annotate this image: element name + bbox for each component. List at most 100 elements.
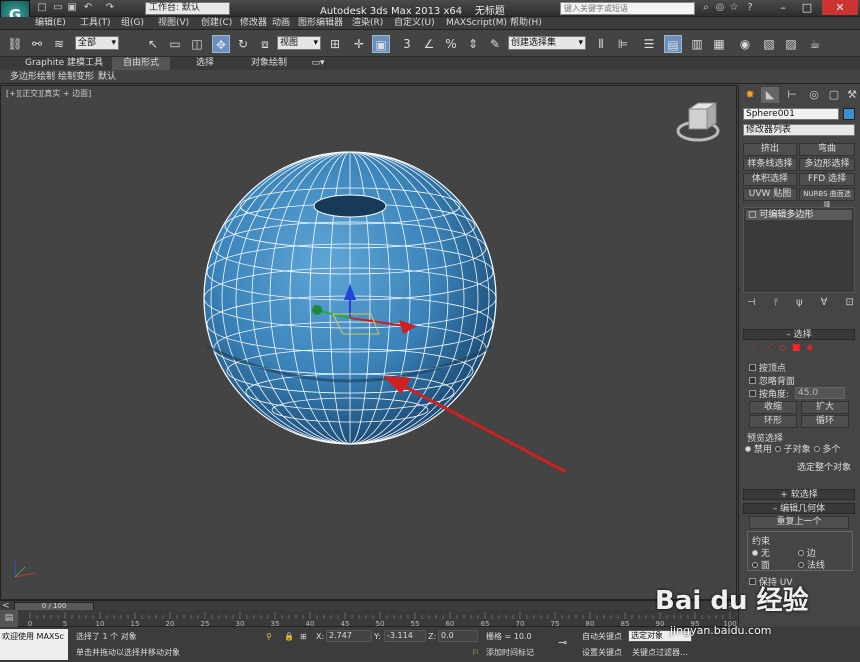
key-filters-button[interactable]: 关键点过滤器... [632,647,688,658]
defaults-panel[interactable]: 默认 [98,70,116,84]
by-angle-checkbox[interactable]: 按角度: [749,387,789,400]
new-file-icon[interactable]: □ [36,2,48,14]
key-icon[interactable]: ⊸ [558,637,567,648]
mirror-icon[interactable]: ⫴ [592,35,610,53]
menu-tools[interactable]: 工具(T) [80,17,111,30]
maximize-button[interactable]: □ [796,0,818,15]
curve-editor-icon[interactable]: ▥ [688,35,706,53]
mod-nurbs-select-button[interactable]: NURBS 曲面选择 [799,188,855,209]
align-icon[interactable]: ⊫ [614,35,632,53]
tab-freeform[interactable]: 自由形式 [112,57,170,70]
save-icon[interactable]: ▣ [66,2,78,14]
binoculars-icon[interactable]: ◎ [714,2,726,14]
track-bar[interactable]: ▤ 0 5 10 15 20 25 30 35 40 45 50 55 60 65 70 75 80 85 90 95… [0,610,737,627]
keyboard-shortcut-icon[interactable]: ▣ [372,35,390,53]
mini-curve-editor-icon[interactable]: ▤ [0,610,18,627]
constraint-face-radio[interactable]: 面 [752,558,770,571]
poly-draw-panel[interactable]: 多边形绘制 [10,70,55,84]
open-file-icon[interactable]: ▭ [52,2,64,14]
viewport-front[interactable]: [+][正交][真实 + 边面] [0,85,737,600]
tab-display-icon[interactable]: ▢ [825,87,843,103]
object-color-swatch[interactable] [843,108,855,120]
ribbon-options-icon[interactable]: ▭▾ [308,57,328,70]
mod-vol-select-button[interactable]: 体积选择 [743,173,797,186]
angle-snap-icon[interactable]: ∠ [420,35,438,53]
star-icon[interactable]: ☆ [728,2,740,14]
modifier-stack[interactable]: ▢ 可编辑多边形 [743,207,855,293]
select-rotate-icon[interactable]: ↻ [234,35,252,53]
menu-view[interactable]: 视图(V) [158,17,189,30]
z-coordinate-field[interactable]: 0.0 [438,630,478,642]
menu-edit[interactable]: 编辑(E) [35,17,66,30]
menu-rendering[interactable]: 渲染(R) [352,17,383,30]
absolute-mode-icon[interactable]: ⊞ [300,631,307,642]
ring-button[interactable]: 环形 [749,415,797,428]
mod-uvw-map-button[interactable]: UVW 贴图 [743,188,797,201]
mod-spline-select-button[interactable]: 样条线选择 [743,158,797,171]
render-production-icon[interactable]: ☕ [806,35,824,53]
tab-object-paint[interactable]: 对象绘制 [240,57,298,70]
mod-extrude-button[interactable]: 挤出 [743,143,797,156]
reference-coord-dropdown[interactable]: 视图 [277,36,321,50]
menu-graph-editors[interactable]: 图形编辑器 [298,17,343,30]
menu-create[interactable]: 创建(C) [201,17,232,30]
repeat-last-button[interactable]: 重复上一个 [749,516,849,529]
isolate-icon[interactable]: ⚲ [266,631,272,642]
mod-ffd-select-button[interactable]: FFD 选择 [799,173,855,186]
layer-manager-icon[interactable]: ☰ [640,35,658,53]
tab-utilities-icon[interactable]: ⚒ [843,87,860,103]
search-icon[interactable]: ⌕ [700,2,712,14]
snap-toggle-icon[interactable]: 3 [398,35,416,53]
redo-icon[interactable]: ↷ [104,2,116,14]
modifier-list-dropdown[interactable]: 修改器列表 [743,124,855,136]
named-selection-dropdown[interactable]: 创建选择集 [508,36,586,50]
close-button[interactable]: ✕ [822,0,858,15]
tab-create-icon[interactable]: ✸ [741,87,759,103]
preview-selection-radios[interactable]: 禁用 子对象 多个 [745,442,840,455]
mod-bend-button[interactable]: 弯曲 [799,143,855,156]
time-tag-icon[interactable]: ⚐ [472,647,479,658]
select-manipulate-icon[interactable]: ✛ [350,35,368,53]
menu-group[interactable]: 组(G) [121,17,144,30]
menu-modifiers[interactable]: 修改器 [240,17,267,30]
tab-modify-icon[interactable]: ◣ [761,87,779,103]
y-coordinate-field[interactable]: -3.114 [384,630,426,642]
rollout-edit-geometry[interactable]: – 编辑几何体 [743,503,855,514]
pivot-center-icon[interactable]: ⊞ [326,35,344,53]
paint-deform-panel[interactable]: 绘制变形 [58,70,94,84]
rollout-soft-selection[interactable]: + 软选择 [743,489,855,500]
rollout-selection[interactable]: – 选择 [743,329,855,340]
render-setup-icon[interactable]: ▧ [760,35,778,53]
window-crossing-icon[interactable]: ◫ [188,35,206,53]
by-vertex-checkbox[interactable]: 按顶点 [749,361,786,374]
tab-selection[interactable]: 选择 [172,57,238,70]
loop-button[interactable]: 循环 [801,415,849,428]
subobject-icons[interactable]: ⋰⋰◇■◈ [749,343,853,355]
mod-poly-select-button[interactable]: 多边形选择 [799,158,855,171]
stack-tools[interactable]: ⊣⫯ψ∀⊡ [747,297,855,311]
select-region-icon[interactable]: ▭ [166,35,184,53]
schematic-view-icon[interactable]: ▦ [710,35,728,53]
constraint-normal-radio[interactable]: 法线 [798,558,825,571]
edit-named-sel-icon[interactable]: ✎ [486,35,504,53]
lock-selection-icon[interactable]: 🔒 [284,631,294,642]
tab-graphite-modeling[interactable]: Graphite 建模工具 [18,57,110,70]
angle-spinner[interactable]: 45.0 [795,387,845,399]
menu-maxscript[interactable]: MAXScript(M) [446,17,507,30]
add-time-tag[interactable]: 添加时间标记 [486,647,534,658]
tab-motion-icon[interactable]: ◎ [805,87,823,103]
maxscript-listener[interactable]: 欢迎使用 MAXSc [0,629,68,660]
shrink-button[interactable]: 收缩 [749,401,797,414]
time-slider[interactable]: < 0 / 100 > [0,600,737,611]
material-editor-icon[interactable]: ◉ [736,35,754,53]
workspace-dropdown[interactable]: 工作台: 默认 [145,2,230,15]
selection-filter-dropdown[interactable]: 全部 [75,36,119,50]
set-key-button[interactable]: 设置关键点 [582,647,622,658]
minimize-button[interactable]: – [772,0,794,15]
grow-button[interactable]: 扩大 [801,401,849,414]
select-object-icon[interactable]: ↖ [144,35,162,53]
menu-animation[interactable]: 动画 [272,17,290,30]
bind-spacewarp-icon[interactable]: ≋ [50,35,68,53]
rendered-frame-icon[interactable]: ▨ [782,35,800,53]
ignore-backface-checkbox[interactable]: 忽略背面 [749,374,795,387]
